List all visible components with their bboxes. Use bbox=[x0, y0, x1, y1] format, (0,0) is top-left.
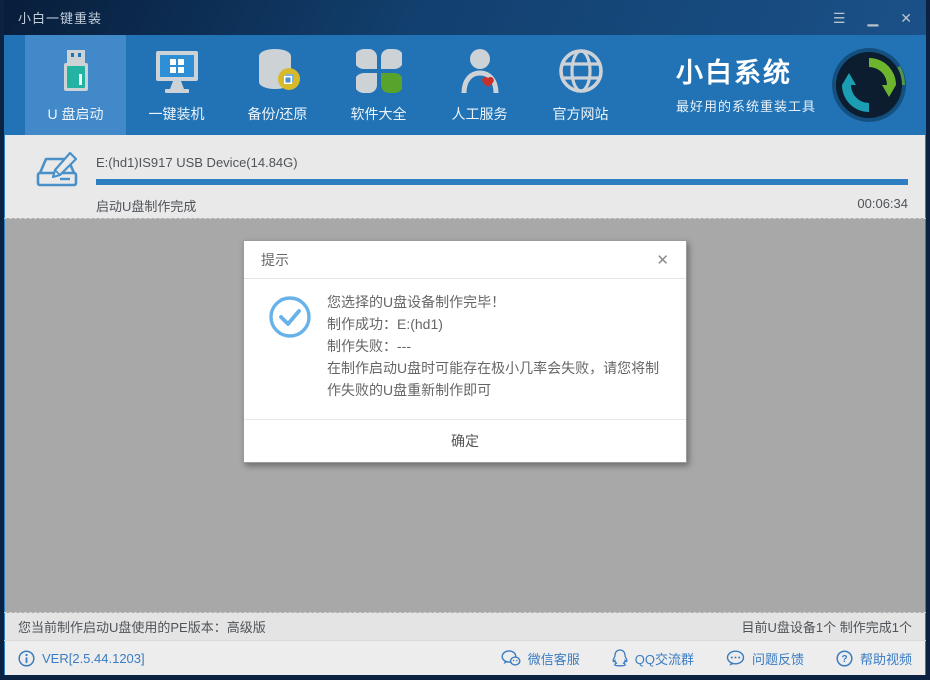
dialog-line: 制作失败：--- bbox=[327, 338, 411, 354]
nav-item-one-key-install[interactable]: 一键装机 bbox=[126, 35, 227, 135]
help-circle-icon: ? bbox=[836, 649, 853, 667]
link-label: 问题反馈 bbox=[751, 651, 804, 667]
dialog-title: 提示 bbox=[261, 251, 289, 268]
nav-label: 官方网站 bbox=[552, 106, 609, 122]
minimize-icon[interactable]: ▁ bbox=[867, 11, 878, 25]
nav-item-usb-boot[interactable]: U 盘启动 bbox=[25, 35, 126, 135]
dialog-line: 制作成功：E:(hd1) bbox=[327, 316, 443, 332]
window-title: 小白一键重装 bbox=[18, 11, 103, 26]
usb-drive-icon bbox=[54, 45, 98, 95]
close-icon[interactable]: ✕ bbox=[900, 11, 912, 25]
menu-icon[interactable]: ☰ bbox=[833, 11, 846, 25]
nav-item-backup-restore[interactable]: 备份/还原 bbox=[227, 35, 328, 135]
nav-label: 备份/还原 bbox=[247, 106, 308, 122]
dialog-line: 在制作启动U盘时可能存在极小几率会失败，请您将制作失败的U盘重新制作即可 bbox=[327, 360, 660, 398]
status-bar: 您当前制作启动U盘使用的PE版本：高级版 目前U盘设备1个 制作完成1个 bbox=[4, 613, 926, 640]
disk-write-icon bbox=[30, 151, 80, 218]
person-heart-icon bbox=[458, 45, 502, 95]
version-text: VER[2.5.44.1203] bbox=[42, 650, 145, 666]
link-feedback[interactable]: 问题反馈 bbox=[726, 649, 804, 668]
info-circle-icon bbox=[18, 649, 35, 667]
brand-slogan: 最好用的系统重装工具 bbox=[675, 99, 816, 114]
app-window: 小白一键重装 ☰ ▁ ✕ U 盘启动 一键装机 备份/还原 软件大全 人工服务 … bbox=[0, 0, 930, 680]
dialog-header: 提示 ✕ bbox=[244, 241, 686, 279]
pe-version-text: 您当前制作启动U盘使用的PE版本：高级版 bbox=[18, 620, 266, 635]
progress-bar bbox=[96, 179, 908, 185]
main-content-area: 提示 ✕ 您选择的U盘设备制作完毕！ 制作成功：E:(hd1) 制作失败：---… bbox=[4, 218, 926, 613]
dialog-close-icon[interactable]: ✕ bbox=[656, 251, 669, 269]
database-backup-icon bbox=[253, 45, 303, 95]
usb-device-label: E:(hd1)IS917 USB Device(14.84G) bbox=[96, 155, 298, 170]
nav-item-software-center[interactable]: 软件大全 bbox=[328, 35, 429, 135]
title-bar: 小白一键重装 ☰ ▁ ✕ bbox=[4, 0, 926, 35]
progress-status-text: 启动U盘制作完成 bbox=[96, 199, 197, 214]
monitor-windows-icon bbox=[152, 45, 202, 95]
check-circle-icon bbox=[268, 291, 312, 401]
link-label: QQ交流群 bbox=[634, 651, 694, 667]
footer-bar: VER[2.5.44.1203] 微信客服 QQ交流群 问题反馈 ? 帮助视频 bbox=[4, 640, 926, 675]
dialog-footer: 确定 bbox=[244, 419, 686, 462]
refresh-arrows-logo bbox=[830, 46, 908, 124]
nav-label: U 盘启动 bbox=[47, 106, 104, 122]
link-wechat-support[interactable]: 微信客服 bbox=[501, 649, 580, 668]
elapsed-time: 00:06:34 bbox=[857, 196, 908, 211]
usb-progress-section: E:(hd1)IS917 USB Device(14.84G) 启动U盘制作完成… bbox=[4, 135, 926, 218]
link-help-video[interactable]: ? 帮助视频 bbox=[836, 649, 912, 668]
brand-name: 小白系统 bbox=[675, 58, 792, 88]
wechat-icon bbox=[501, 649, 521, 667]
nav-label: 人工服务 bbox=[451, 106, 508, 122]
nav-item-support[interactable]: 人工服务 bbox=[429, 35, 530, 135]
brand-block: 小白系统 最好用的系统重装工具 bbox=[676, 35, 816, 135]
nav-item-official-site[interactable]: 官方网站 bbox=[530, 35, 631, 135]
dialog-message: 您选择的U盘设备制作完毕！ 制作成功：E:(hd1) 制作失败：--- 在制作启… bbox=[327, 291, 660, 401]
link-label: 帮助视频 bbox=[859, 651, 912, 667]
feedback-bubble-icon bbox=[726, 649, 745, 667]
progress-bar-fill bbox=[96, 179, 908, 185]
version-block: VER[2.5.44.1203] bbox=[18, 649, 145, 667]
dialog-body: 您选择的U盘设备制作完毕！ 制作成功：E:(hd1) 制作失败：--- 在制作启… bbox=[244, 279, 686, 419]
clover-apps-icon bbox=[355, 45, 402, 95]
globe-icon bbox=[557, 45, 605, 95]
link-label: 微信客服 bbox=[527, 651, 580, 667]
ok-button[interactable]: 确定 bbox=[421, 425, 509, 457]
result-dialog: 提示 ✕ 您选择的U盘设备制作完毕！ 制作成功：E:(hd1) 制作失败：---… bbox=[243, 240, 687, 463]
svg-text:?: ? bbox=[841, 654, 847, 665]
nav-label: 一键装机 bbox=[148, 106, 205, 122]
device-count-text: 目前U盘设备1个 制作完成1个 bbox=[741, 620, 912, 635]
main-nav: U 盘启动 一键装机 备份/还原 软件大全 人工服务 官方网站 小白系统 最好用… bbox=[4, 35, 926, 135]
dialog-line: 您选择的U盘设备制作完毕！ bbox=[327, 294, 506, 310]
link-qq-group[interactable]: QQ交流群 bbox=[612, 649, 694, 668]
qq-icon bbox=[612, 649, 628, 667]
nav-label: 软件大全 bbox=[350, 106, 407, 122]
